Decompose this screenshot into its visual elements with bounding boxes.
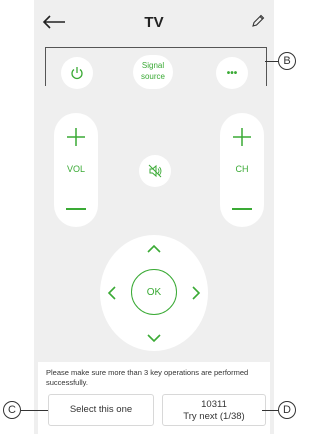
arrow-right-icon[interactable] [188,285,204,301]
hint-text: Please make sure more than 3 key operati… [46,368,249,387]
channel-rocker: CH [220,113,264,227]
volume-rocker: VOL [54,113,98,227]
direction-pad: OK [100,235,208,351]
bottom-panel: Please make sure more than 3 key operati… [38,362,270,434]
ok-button[interactable]: OK [131,269,177,315]
channel-up-button[interactable] [232,127,252,147]
callout-b-line [265,61,278,62]
next-label: Try next (1/38) [183,411,245,422]
callout-b: B [278,52,296,70]
volume-down-button[interactable] [66,208,86,210]
edit-pencil-icon[interactable] [250,13,266,29]
try-next-button[interactable]: 10311 Try next (1/38) [162,394,266,426]
volume-label: VOL [66,164,85,174]
channel-down-button[interactable] [232,208,252,210]
callout-c-line [21,410,48,411]
arrow-down-icon[interactable] [146,330,162,346]
select-this-one-button[interactable]: Select this one [48,394,154,426]
channel-label: CH [235,164,249,174]
header: TV [34,0,274,44]
callout-c: C [3,401,21,419]
next-code: 10311 [201,399,227,410]
arrow-up-icon[interactable] [146,241,162,257]
arrow-left-icon[interactable] [104,285,120,301]
mute-icon [148,164,162,178]
bracket-b [45,47,267,86]
callout-d: D [278,401,296,419]
volume-up-button[interactable] [66,127,86,147]
page-title: TV [144,14,164,31]
mute-button[interactable] [139,155,171,187]
callout-d-line [262,410,278,411]
